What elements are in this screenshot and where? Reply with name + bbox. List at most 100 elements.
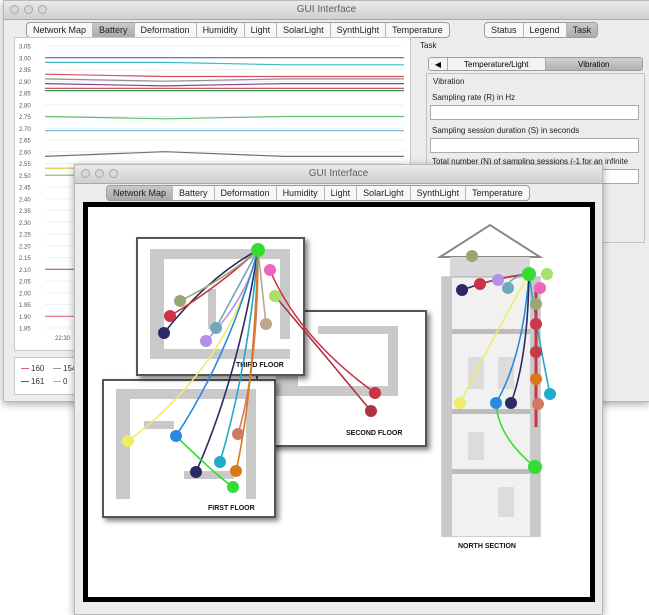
- y-tick-label: 2.25: [19, 233, 31, 239]
- network-link: [495, 402, 536, 468]
- sensor-node: [541, 268, 553, 280]
- sampling-rate-label: Sampling rate (R) in Hz: [432, 93, 516, 102]
- tab-solarlight[interactable]: SolarLight: [357, 186, 411, 200]
- sensor-node: [260, 318, 272, 330]
- sensor-node: [232, 428, 244, 440]
- tab-light[interactable]: Light: [245, 23, 278, 37]
- network-links-layer: [122, 243, 556, 493]
- y-tick-label: 2.60: [19, 150, 31, 156]
- task-subtabs: ◀ Temperature/Light Vibration: [428, 57, 643, 71]
- sensor-node: [534, 282, 546, 294]
- network-link: [257, 249, 267, 325]
- y-tick-label: 3.05: [19, 45, 31, 51]
- sensor-node: [214, 456, 226, 468]
- tab-deformation[interactable]: Deformation: [135, 23, 197, 37]
- vibration-section-title: Vibration: [433, 77, 465, 86]
- tab-humidity[interactable]: Humidity: [277, 186, 325, 200]
- y-tick-label: 2.10: [19, 268, 31, 274]
- subtab-temperature-light[interactable]: Temperature/Light: [448, 58, 546, 70]
- network-map-canvas[interactable]: NORTH SECTION SECOND FLOOR FIRST FLOOR T…: [83, 202, 595, 602]
- x-tick-label: 22:30: [55, 336, 71, 342]
- sensor-node: [490, 397, 502, 409]
- sensor-node: [227, 481, 239, 493]
- y-tick-label: 2.15: [19, 256, 31, 262]
- sensor-node: [530, 298, 542, 310]
- sensor-node: [502, 282, 514, 294]
- sensor-node: [530, 373, 542, 385]
- sensor-node: [200, 335, 212, 347]
- legend-entry: 0: [53, 377, 67, 386]
- sensor-node: [190, 466, 202, 478]
- sensor-node: [369, 387, 381, 399]
- tab-task[interactable]: Task: [566, 23, 598, 37]
- sensor-node: [528, 460, 542, 474]
- legend-label: 161: [31, 377, 45, 386]
- tab-network-map[interactable]: Network Map: [27, 23, 94, 37]
- tab-battery[interactable]: Battery: [173, 186, 215, 200]
- session-duration-input[interactable]: [430, 138, 639, 153]
- y-tick-label: 2.55: [19, 162, 31, 168]
- network-link: [495, 273, 530, 404]
- tab-battery[interactable]: Battery: [93, 23, 135, 37]
- series-line: [44, 82, 404, 87]
- sensor-node: [505, 397, 517, 409]
- window-title: GUI Interface: [296, 4, 357, 15]
- subtab-scroll-left-button[interactable]: ◀: [429, 58, 448, 70]
- tab-synthlight[interactable]: SynthLight: [331, 23, 387, 37]
- sensor-node: [210, 322, 222, 334]
- sensor-node: [122, 435, 134, 447]
- tab-legend[interactable]: Legend: [524, 23, 567, 37]
- tab-temperature[interactable]: Temperature: [386, 23, 449, 37]
- sensor-node: [170, 430, 182, 442]
- network-link: [459, 273, 530, 404]
- y-tick-label: 2.80: [19, 103, 31, 109]
- right-tabs: Status Legend Task: [484, 22, 599, 38]
- sensor-node: [230, 465, 242, 477]
- tab-light[interactable]: Light: [325, 186, 358, 200]
- tab-humidity[interactable]: Humidity: [197, 23, 245, 37]
- sensor-node: [530, 346, 542, 358]
- session-duration-label: Sampling session duration (S) in seconds: [432, 126, 580, 135]
- sensor-node: [530, 318, 542, 330]
- y-tick-label: 2.70: [19, 127, 31, 133]
- tab-deformation[interactable]: Deformation: [215, 186, 277, 200]
- sensor-node: [466, 250, 478, 262]
- window-title: GUI Interface: [308, 168, 369, 179]
- sensor-node: [264, 264, 276, 276]
- sensor-node: [474, 278, 486, 290]
- tab-status[interactable]: Status: [485, 23, 524, 37]
- y-tick-label: 2.45: [19, 186, 31, 192]
- sensor-node: [454, 397, 466, 409]
- sensor-node: [365, 405, 377, 417]
- y-tick-label: 2.35: [19, 209, 31, 215]
- sensor-node: [174, 295, 186, 307]
- sampling-rate-input[interactable]: [430, 105, 639, 120]
- legend-entry: 154: [53, 364, 76, 373]
- y-tick-label: 2.00: [19, 291, 31, 297]
- tab-network-map[interactable]: Network Map: [107, 186, 174, 200]
- y-tick-label: 1.95: [19, 303, 31, 309]
- sensor-node: [492, 274, 504, 286]
- y-tick-label: 2.75: [19, 115, 31, 121]
- legend-label: 160: [31, 364, 45, 373]
- y-tick-label: 2.65: [19, 139, 31, 145]
- y-tick-label: 2.90: [19, 80, 31, 86]
- y-tick-label: 2.30: [19, 221, 31, 227]
- tab-temperature[interactable]: Temperature: [466, 186, 529, 200]
- sensor-node: [532, 398, 544, 410]
- front-main-tabs: Network Map Battery Deformation Humidity…: [106, 185, 530, 201]
- front-titlebar: GUI Interface: [75, 165, 602, 184]
- subtab-vibration[interactable]: Vibration: [545, 58, 642, 70]
- y-tick-label: 1.90: [19, 315, 31, 321]
- tab-synthlight[interactable]: SynthLight: [411, 186, 467, 200]
- tab-solarlight[interactable]: SolarLight: [277, 23, 331, 37]
- back-titlebar: GUI Interface: [4, 1, 649, 20]
- front-gui-window: GUI Interface Network Map Battery Deform…: [74, 164, 603, 615]
- series-line: [44, 73, 404, 78]
- y-tick-label: 2.05: [19, 280, 31, 286]
- y-tick-label: 3.00: [19, 56, 31, 62]
- legend-label: 0: [63, 377, 68, 386]
- y-tick-label: 2.50: [19, 174, 31, 180]
- y-tick-label: 2.40: [19, 197, 31, 203]
- y-tick-label: 1.85: [19, 327, 31, 333]
